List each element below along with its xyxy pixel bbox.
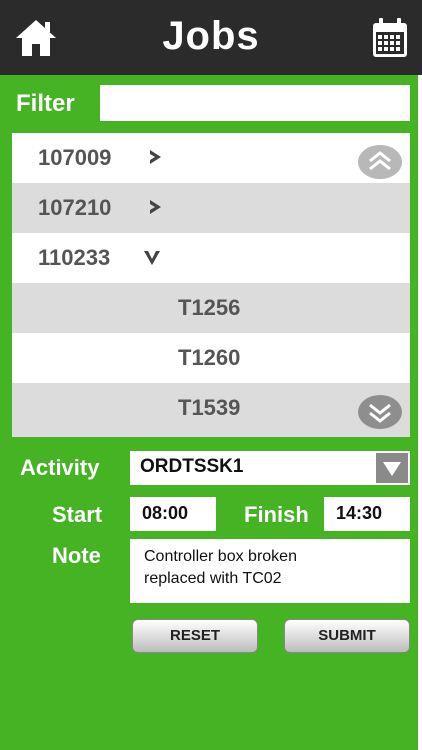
chevron-right-icon[interactable]	[146, 195, 166, 219]
main-content: Filter 107009 107210 110233 T1256 T1260	[0, 75, 418, 750]
note-field[interactable]: Controller box broken replaced with TC02	[130, 539, 410, 603]
note-label: Note	[52, 543, 101, 568]
activity-value: ORDTSSK1	[140, 456, 244, 477]
calendar-icon[interactable]	[372, 18, 408, 58]
chevron-right-icon[interactable]	[146, 145, 166, 169]
page-title: Jobs	[162, 14, 260, 58]
finish-time-field[interactable]: 14:30	[324, 497, 410, 531]
task-row-T1256[interactable]: T1256	[12, 283, 410, 333]
submit-button[interactable]: SUBMIT	[284, 619, 410, 653]
dropdown-arrow-icon[interactable]	[376, 453, 408, 483]
job-row-107210[interactable]: 107210	[12, 183, 410, 233]
task-id: T1260	[178, 345, 241, 370]
activity-select[interactable]: ORDTSSK1	[130, 451, 410, 485]
job-row-107009[interactable]: 107009	[12, 133, 410, 183]
jobs-list[interactable]: 107009 107210 110233 T1256 T1260 T1539	[12, 133, 410, 437]
chevron-down-icon[interactable]	[142, 245, 162, 269]
right-edge	[418, 75, 422, 750]
task-id: T1539	[178, 395, 241, 420]
start-label: Start	[52, 502, 103, 527]
reset-button[interactable]: RESET	[132, 619, 258, 653]
header-bar: Jobs	[0, 0, 422, 75]
finish-label: Finish	[244, 502, 309, 527]
job-id: 110233	[38, 245, 111, 270]
task-id: T1256	[178, 295, 241, 320]
job-id: 107009	[38, 145, 112, 170]
job-row-110233[interactable]: 110233	[12, 233, 410, 283]
start-time-field[interactable]: 08:00	[130, 497, 216, 531]
scroll-down-button[interactable]	[358, 395, 402, 429]
activity-label: Activity	[20, 455, 100, 480]
scroll-up-button[interactable]	[358, 145, 402, 179]
note-line: Controller box broken	[144, 548, 297, 565]
app-root: Jobs Filter 107009 107210 110233 T1256 T…	[0, 0, 422, 750]
task-row-T1260[interactable]: T1260	[12, 333, 410, 383]
filter-input[interactable]	[100, 85, 410, 121]
filter-label: Filter	[16, 90, 75, 117]
note-line: replaced with TC02	[144, 570, 282, 587]
task-row-T1539[interactable]: T1539	[12, 383, 410, 437]
job-id: 107210	[38, 195, 112, 220]
